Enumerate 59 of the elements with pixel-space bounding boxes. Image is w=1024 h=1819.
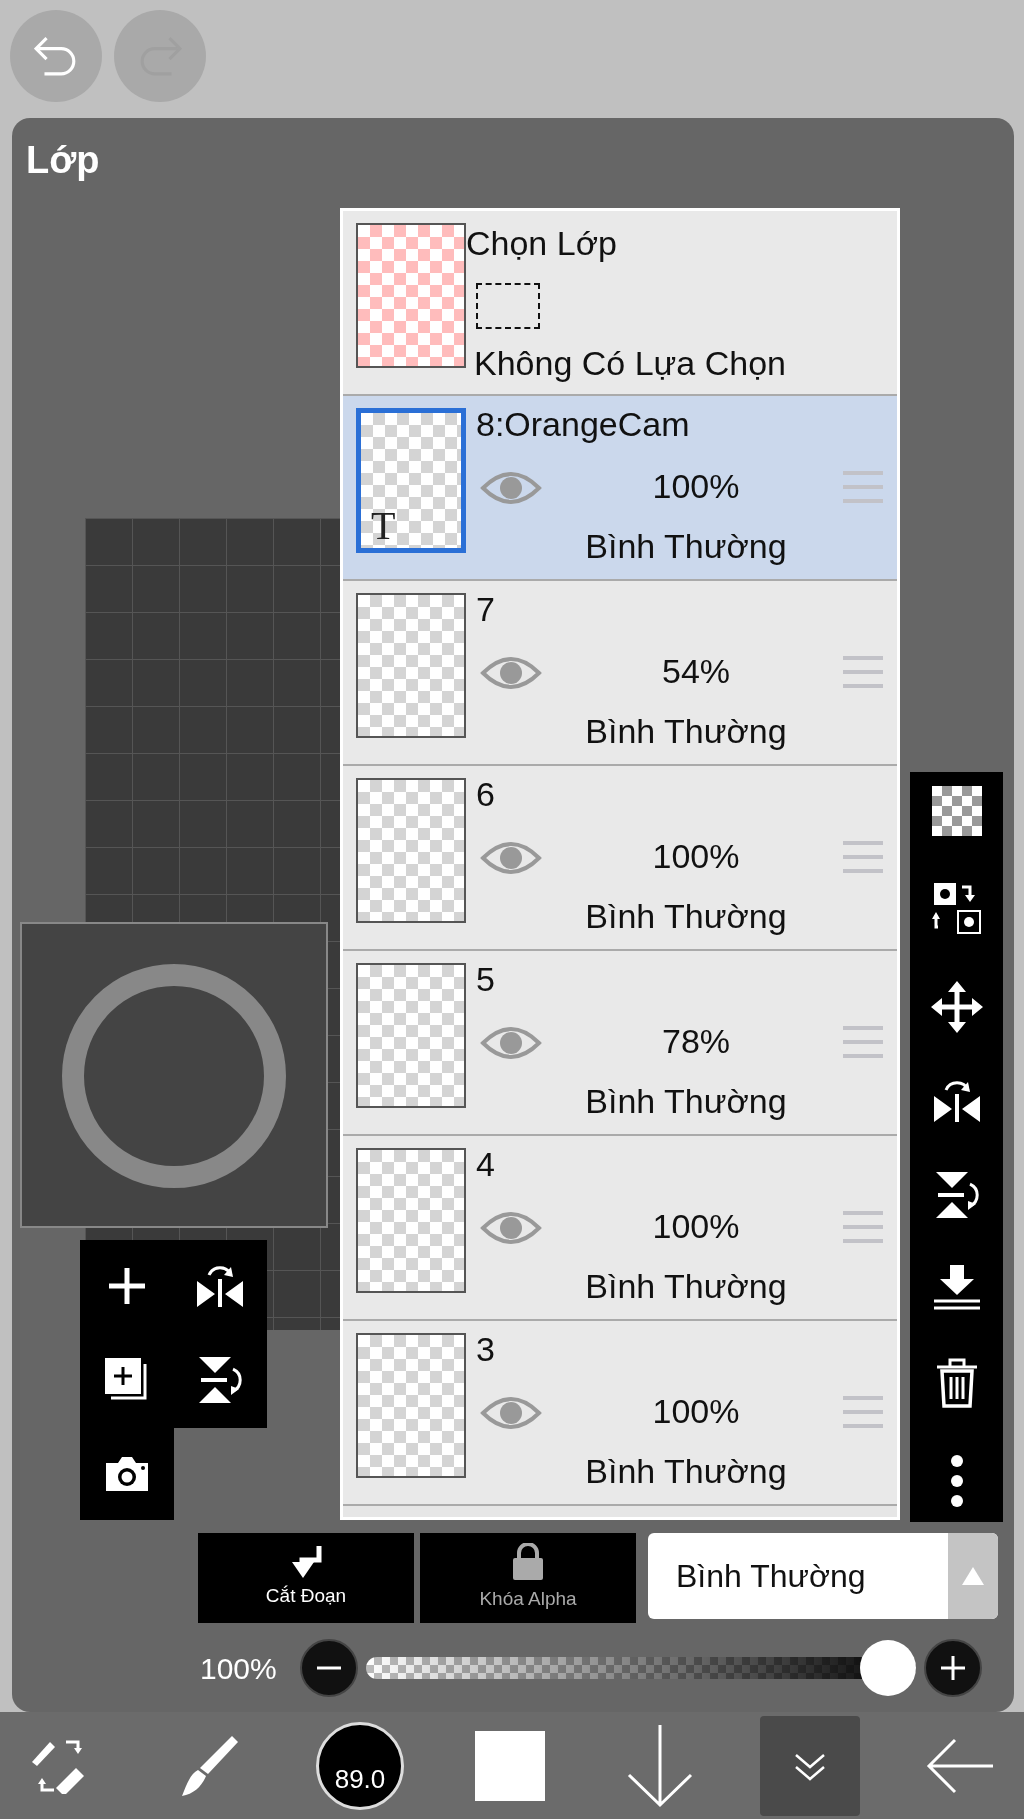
- swap-layers-icon[interactable]: [931, 881, 982, 936]
- lock-icon: [511, 1542, 545, 1581]
- layer-name: 5: [476, 961, 495, 999]
- camera-icon[interactable]: [104, 1455, 150, 1493]
- brush-icon: [180, 1733, 240, 1798]
- layer-opacity: 100%: [651, 1208, 741, 1246]
- layer-name: 4: [476, 1146, 495, 1184]
- drag-handle-icon[interactable]: [843, 1025, 883, 1059]
- minus-icon: [317, 1666, 341, 1670]
- flip-horizontal-icon[interactable]: [195, 1263, 246, 1309]
- layer-name: 8:OrangeCam: [476, 406, 690, 444]
- layer-blend-mode: Bình Thường: [584, 898, 788, 936]
- more-icon[interactable]: [949, 1453, 964, 1508]
- trash-icon[interactable]: [934, 1356, 979, 1409]
- layer-blend-mode: Bình Thường: [584, 528, 788, 566]
- layer-blend-mode: Bình Thường: [584, 1083, 788, 1121]
- layer-blend-mode: Bình Thường: [584, 1268, 788, 1306]
- back-arrow-icon: [925, 1737, 995, 1794]
- opacity-slider[interactable]: [366, 1640, 916, 1696]
- drag-handle-icon[interactable]: [843, 655, 883, 689]
- layer-row[interactable]: T 8:OrangeCam 100% Bình Thường: [343, 396, 897, 581]
- drag-handle-icon[interactable]: [843, 1210, 883, 1244]
- arrow-down-icon: [625, 1722, 695, 1809]
- blend-mode-dropdown[interactable]: Bình Thường: [648, 1533, 998, 1619]
- drag-handle-icon[interactable]: [843, 470, 883, 504]
- selection-layer-title: Chọn Lớp: [466, 225, 617, 263]
- drag-handle-icon[interactable]: [843, 840, 883, 874]
- undo-icon: [34, 36, 78, 76]
- layer-opacity: 78%: [660, 1023, 732, 1061]
- selection-status: Không Có Lựa Chọn: [474, 345, 786, 383]
- clip-button[interactable]: Cắt Đoạn: [198, 1533, 414, 1623]
- merge-down-icon[interactable]: [931, 1265, 982, 1312]
- add-layer-icon[interactable]: [103, 1357, 150, 1403]
- add-icon[interactable]: [106, 1266, 147, 1306]
- layer-opacity: 100%: [651, 838, 741, 876]
- arrow-icon: [290, 1545, 322, 1578]
- layer-opacity: 100%: [651, 468, 741, 506]
- layer-blend-mode: Bình Thường: [584, 1453, 788, 1491]
- layer-name: 3: [476, 1331, 495, 1369]
- selection-rectangle-icon: [476, 283, 540, 329]
- layer-name: 6: [476, 776, 495, 814]
- tool-button[interactable]: [760, 1715, 860, 1816]
- drag-handle-icon[interactable]: [843, 1395, 883, 1429]
- text-layer-label: T: [371, 506, 396, 546]
- flip-horizontal-icon[interactable]: [931, 1078, 982, 1125]
- caret-up-icon: [962, 1567, 984, 1585]
- slider-thumb[interactable]: [860, 1640, 916, 1696]
- checkerboard-icon[interactable]: [931, 786, 982, 836]
- move-icon[interactable]: [930, 980, 983, 1033]
- layer-opacity: 54%: [660, 653, 732, 691]
- layer-blend-mode: Bình Thường: [584, 713, 788, 751]
- minus-button[interactable]: [300, 1639, 358, 1697]
- plus-icon: [941, 1656, 965, 1680]
- layer-name: 7: [476, 591, 495, 629]
- color-swatch: [475, 1730, 545, 1801]
- panel-title: Lớp: [25, 138, 101, 183]
- layer-opacity: 100%: [651, 1393, 741, 1431]
- opacity-reading: 100%: [200, 1650, 278, 1687]
- plus-button[interactable]: [924, 1639, 982, 1697]
